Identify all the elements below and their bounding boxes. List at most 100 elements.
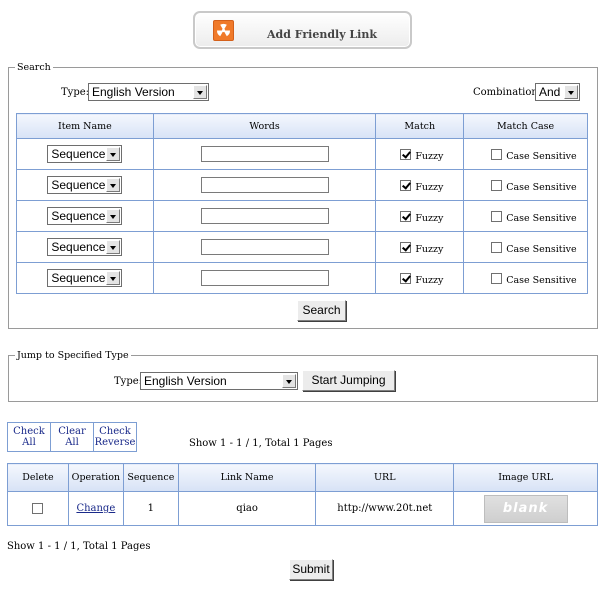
col-image-url: Image URL [453, 463, 598, 492]
fuzzy-checkbox[interactable] [400, 148, 412, 160]
words-cell [152, 231, 377, 263]
arrow-glyph [110, 246, 117, 250]
words-input[interactable] [200, 239, 329, 255]
clear-all-label: Clear All [58, 426, 86, 448]
match-cell: Fuzzy [375, 138, 465, 170]
case-sensitive-checkbox[interactable] [491, 241, 503, 253]
words-input[interactable] [200, 146, 329, 162]
chevron-down-icon[interactable] [106, 271, 121, 285]
item-name-select[interactable]: Sequence [47, 176, 123, 194]
chevron-down-icon[interactable] [106, 178, 121, 192]
words-input[interactable] [200, 208, 329, 224]
clear-all-button[interactable]: Clear All [50, 422, 94, 452]
case-sensitive-label: Case Sensitive [506, 212, 577, 224]
combination-label: Combination: [473, 87, 542, 98]
search-legend: Search [17, 62, 51, 73]
start-jumping-button[interactable]: Start Jumping [302, 370, 395, 391]
search-table-header: Item Name Words Match Match Case [16, 113, 588, 139]
item-name-select[interactable]: Sequence [47, 269, 123, 287]
links-table-header: Delete Operation Sequence Link Name URL … [7, 463, 598, 492]
delete-checkbox[interactable] [32, 503, 44, 514]
search-button[interactable]: Search [297, 300, 346, 321]
case-sensitive-label: Case Sensitive [506, 243, 577, 255]
type-select[interactable]: English Version [88, 83, 209, 101]
jump-type-select-value: English Version [144, 374, 227, 388]
arrow-glyph [110, 184, 117, 188]
add-friendly-link-button[interactable]: Add Friendly Link [193, 11, 412, 49]
check-reverse-button[interactable]: Check Reverse [93, 422, 137, 452]
match-case-cell: Case Sensitive [463, 169, 588, 201]
arrow-glyph [110, 277, 117, 281]
case-sensitive-label: Case Sensitive [506, 274, 577, 286]
search-row: Sequence Fuzzy Case Sensitive [16, 231, 588, 263]
fuzzy-checkbox[interactable] [400, 241, 412, 253]
check-all-button[interactable]: Check All [7, 422, 51, 452]
col-match-case: Match Case [463, 113, 588, 139]
chevron-down-icon[interactable] [106, 240, 121, 254]
chevron-down-icon[interactable] [193, 85, 207, 99]
words-cell [152, 262, 377, 294]
check-reverse-line1: Check [99, 426, 131, 437]
radiation-icon [213, 20, 234, 41]
words-input[interactable] [200, 177, 329, 193]
item-name-select[interactable]: Sequence [47, 207, 123, 225]
words-input[interactable] [200, 270, 329, 286]
jump-legend: Jump to Specified Type [17, 350, 129, 361]
col-link-name: Link Name [177, 463, 317, 492]
case-sensitive-checkbox[interactable] [491, 272, 503, 284]
words-cell [152, 169, 377, 201]
blank-image-text: blank [502, 500, 549, 516]
fuzzy-label: Fuzzy [415, 212, 444, 224]
case-sensitive-checkbox[interactable] [491, 179, 503, 191]
arrow-glyph [110, 153, 117, 157]
col-delete: Delete [7, 463, 69, 492]
fuzzy-checkbox[interactable] [400, 210, 412, 222]
fuzzy-label: Fuzzy [415, 181, 444, 193]
case-sensitive-checkbox[interactable] [491, 148, 503, 160]
col-url: URL [315, 463, 455, 492]
link-name-cell: qiao [177, 491, 317, 526]
item-name-cell: Sequence [16, 138, 154, 170]
col-sequence: Sequence [122, 463, 179, 492]
combination-select-value: And [539, 85, 561, 99]
col-operation: Operation [67, 463, 124, 492]
table-row: Change 1 qiao http://www.20t.net blank [7, 491, 598, 526]
col-words: Words [152, 113, 377, 139]
fuzzy-checkbox[interactable] [400, 179, 412, 191]
submit-button[interactable]: Submit [289, 559, 333, 580]
match-cell: Fuzzy [375, 200, 465, 232]
item-name-cell: Sequence [16, 200, 154, 232]
item-name-select[interactable]: Sequence [47, 238, 123, 256]
match-case-cell: Case Sensitive [463, 200, 588, 232]
words-cell [152, 200, 377, 232]
url-cell: http://www.20t.net [315, 491, 455, 526]
match-case-cell: Case Sensitive [463, 138, 588, 170]
combination-select[interactable]: And [535, 83, 580, 101]
item-name-select[interactable]: Sequence [47, 145, 123, 163]
fuzzy-label: Fuzzy [415, 150, 444, 162]
fuzzy-checkbox[interactable] [400, 272, 412, 284]
search-row: Sequence Fuzzy Case Sensitive [16, 200, 588, 232]
match-cell: Fuzzy [375, 231, 465, 263]
image-url-cell: blank [453, 491, 598, 526]
jump-type-label: Type: [114, 376, 143, 387]
chevron-down-icon[interactable] [282, 374, 296, 388]
arrow-glyph [110, 215, 117, 219]
case-sensitive-checkbox[interactable] [491, 210, 503, 222]
item-name-value: Sequence [51, 240, 106, 254]
chevron-down-icon[interactable] [106, 147, 121, 161]
chevron-down-icon[interactable] [564, 85, 578, 99]
match-case-cell: Case Sensitive [463, 262, 588, 294]
jump-type-select[interactable]: English Version [140, 372, 298, 390]
words-cell [152, 138, 377, 170]
item-name-value: Sequence [51, 178, 106, 192]
item-name-cell: Sequence [16, 262, 154, 294]
check-all-line2: All [22, 437, 36, 448]
change-link[interactable]: Change [76, 503, 115, 514]
blank-image: blank [483, 494, 568, 523]
check-all-line1: Check [13, 426, 45, 437]
match-case-cell: Case Sensitive [463, 231, 588, 263]
col-match: Match [375, 113, 465, 139]
delete-cell [7, 491, 69, 526]
chevron-down-icon[interactable] [106, 209, 121, 223]
